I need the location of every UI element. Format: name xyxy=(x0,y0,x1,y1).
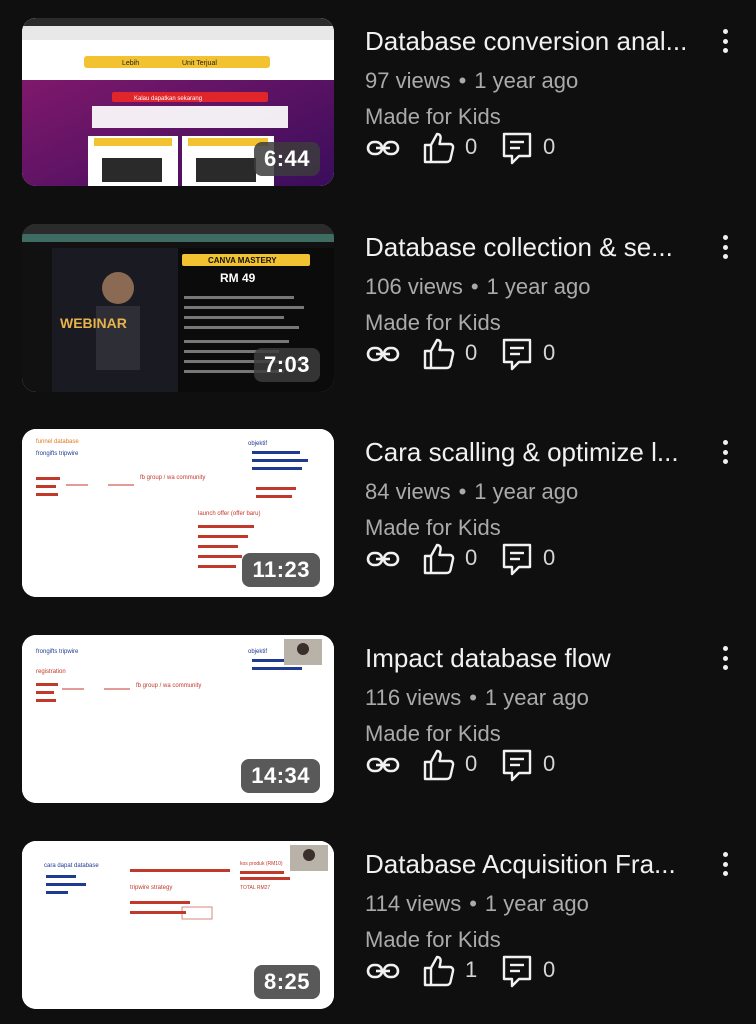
like-icon[interactable] xyxy=(421,336,457,372)
video-meta: 114 views • 1 year ago xyxy=(365,891,589,916)
video-list: Lebih Unit Terjual Kalau dapatkan sekara… xyxy=(0,0,756,1024)
upload-age: 1 year ago xyxy=(486,274,591,299)
thumb-c: fb group / wa community xyxy=(136,683,201,689)
upload-age: 1 year ago xyxy=(484,685,589,710)
video-duration: 14:34 xyxy=(241,759,320,793)
audience-label: Made for Kids xyxy=(365,104,501,129)
thumb-left-label: Lebih xyxy=(122,60,139,67)
link-icon[interactable] xyxy=(365,130,401,166)
thumb-side: WEBINAR xyxy=(60,315,127,331)
comment-count: 0 xyxy=(543,134,556,159)
comment-icon[interactable] xyxy=(499,130,535,166)
thumb-right-label: Unit Terjual xyxy=(182,60,217,67)
video-item[interactable]: Lebih Unit Terjual Kalau dapatkan sekara… xyxy=(0,18,756,208)
thumb-d: kos produk (RM10) xyxy=(240,861,283,867)
view-count: 97 views xyxy=(365,68,451,93)
more-options-icon[interactable] xyxy=(714,26,736,56)
link-icon[interactable] xyxy=(365,953,401,989)
video-actions: 0 0 xyxy=(365,747,725,783)
thumb-d: objektif xyxy=(248,649,267,655)
video-meta: 84 views • 1 year ago xyxy=(365,479,579,504)
like-icon[interactable] xyxy=(421,130,457,166)
video-item[interactable]: frongifts tripwire registration fb group… xyxy=(0,635,756,825)
comment-count: 0 xyxy=(543,340,556,365)
like-count: 1 xyxy=(465,957,478,982)
link-icon[interactable] xyxy=(365,336,401,372)
video-thumbnail[interactable]: frongifts tripwire registration fb group… xyxy=(22,635,334,803)
more-options-icon[interactable] xyxy=(714,232,736,262)
video-thumbnail[interactable]: funnel database frongifts tripwire fb gr… xyxy=(22,429,334,597)
thumb-d: launch offer (offer baru) xyxy=(198,511,260,517)
video-thumbnail[interactable]: Lebih Unit Terjual Kalau dapatkan sekara… xyxy=(22,18,334,186)
video-duration: 6:44 xyxy=(253,142,320,176)
video-title[interactable]: Impact database flow xyxy=(365,641,713,675)
video-actions: 0 0 xyxy=(365,541,725,577)
thumb-b: frongifts tripwire xyxy=(36,451,79,457)
video-item[interactable]: WEBINAR CANVA MASTERY RM 49 7:03 Databas… xyxy=(0,224,756,414)
audience-label: Made for Kids xyxy=(365,927,501,952)
video-thumbnail[interactable]: cara dapat database tripwire strategy ko… xyxy=(22,841,334,1009)
video-item[interactable]: cara dapat database tripwire strategy ko… xyxy=(0,841,756,1024)
thumb-a: cara dapat database xyxy=(44,863,99,869)
comment-count: 0 xyxy=(543,751,556,776)
video-item[interactable]: funnel database frongifts tripwire fb gr… xyxy=(0,429,756,619)
video-meta: 97 views • 1 year ago xyxy=(365,68,579,93)
like-count: 0 xyxy=(465,134,478,159)
video-thumbnail[interactable]: WEBINAR CANVA MASTERY RM 49 7:03 xyxy=(22,224,334,392)
comment-count: 0 xyxy=(543,957,556,982)
video-actions: 0 0 xyxy=(365,336,725,372)
thumb-a: frongifts tripwire xyxy=(36,649,79,655)
upload-age: 1 year ago xyxy=(474,479,579,504)
more-options-icon[interactable] xyxy=(714,643,736,673)
more-options-icon[interactable] xyxy=(714,437,736,467)
like-count: 0 xyxy=(465,340,478,365)
like-icon[interactable] xyxy=(421,541,457,577)
upload-age: 1 year ago xyxy=(484,891,589,916)
comment-icon[interactable] xyxy=(499,336,535,372)
video-duration: 7:03 xyxy=(253,348,320,382)
video-actions: 0 0 xyxy=(365,130,725,166)
like-count: 0 xyxy=(465,751,478,776)
video-meta: 116 views • 1 year ago xyxy=(365,685,589,710)
thumb-c: objektif xyxy=(248,441,267,447)
like-icon[interactable] xyxy=(421,953,457,989)
like-icon[interactable] xyxy=(421,747,457,783)
video-duration: 11:23 xyxy=(242,553,320,587)
video-title[interactable]: Database collection & se... xyxy=(365,230,713,264)
more-options-icon[interactable] xyxy=(714,849,736,879)
comment-icon[interactable] xyxy=(499,747,535,783)
thumb-b: registration xyxy=(36,669,66,675)
video-actions: 1 0 xyxy=(365,953,725,989)
video-meta: 106 views • 1 year ago xyxy=(365,274,591,299)
view-count: 106 views xyxy=(365,274,463,299)
view-count: 84 views xyxy=(365,479,451,504)
like-count: 0 xyxy=(465,545,478,570)
link-icon[interactable] xyxy=(365,541,401,577)
video-title[interactable]: Database conversion anal... xyxy=(365,24,713,58)
audience-label: Made for Kids xyxy=(365,310,501,335)
thumb-e: fb group / wa community xyxy=(140,475,205,481)
comment-icon[interactable] xyxy=(499,953,535,989)
comment-icon[interactable] xyxy=(499,541,535,577)
link-icon[interactable] xyxy=(365,747,401,783)
view-count: 116 views xyxy=(365,685,462,710)
audience-label: Made for Kids xyxy=(365,721,501,746)
thumb-b: tripwire strategy xyxy=(130,885,172,891)
comment-count: 0 xyxy=(543,545,556,570)
video-title[interactable]: Database Acquisition Fra... xyxy=(365,847,713,881)
video-duration: 8:25 xyxy=(253,965,320,999)
audience-label: Made for Kids xyxy=(365,515,501,540)
view-count: 114 views xyxy=(365,891,462,916)
thumb-banner: Kalau dapatkan sekarang xyxy=(134,96,202,102)
video-title[interactable]: Cara scalling & optimize l... xyxy=(365,435,713,469)
thumb-c: TOTAL RM27 xyxy=(240,885,270,891)
thumb-a: funnel database xyxy=(36,439,79,445)
thumb-heading: CANVA MASTERY xyxy=(208,256,277,265)
thumb-price: RM 49 xyxy=(220,271,256,285)
upload-age: 1 year ago xyxy=(474,68,579,93)
